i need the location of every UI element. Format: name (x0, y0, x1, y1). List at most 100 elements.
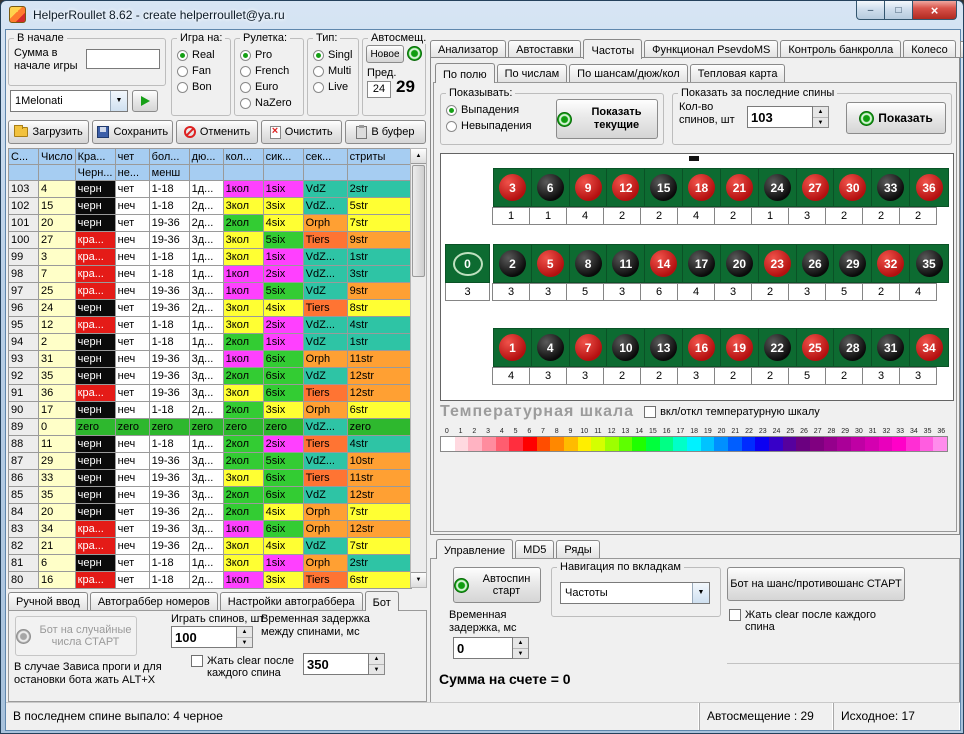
frequency-tab[interactable]: По шансам/дюж/кол (569, 64, 688, 82)
toolbar-button[interactable]: Очистить (261, 120, 342, 144)
start-sum-input[interactable] (86, 49, 160, 69)
toolbar-button[interactable]: Отменить (176, 120, 257, 144)
column-header[interactable]: бол... (149, 149, 189, 165)
table-row[interactable]: 942чернчет1-181д...2кол1sixVdZ1str (9, 334, 412, 351)
show-current-button[interactable]: Показать текущие (556, 99, 658, 139)
number-cell[interactable]: 34 (910, 329, 948, 366)
table-scrollbar[interactable]: ▲ ▼ (410, 148, 427, 588)
mode-radio-option[interactable]: Singl (313, 47, 356, 63)
number-cell[interactable]: 10 (607, 329, 645, 366)
column-subheader[interactable] (303, 165, 347, 181)
mode-radio-option[interactable]: Live (313, 79, 356, 95)
table-row[interactable]: 8221кра...неч19-362д...3кол4sixVdZ7str (9, 538, 412, 555)
column-header[interactable]: сек... (303, 149, 347, 165)
number-cell[interactable]: 22 (759, 329, 797, 366)
title-bar[interactable]: HelperRoullet 8.62 - create helperroulle… (1, 1, 963, 29)
show-button[interactable]: Показать (846, 102, 946, 134)
number-cell[interactable]: 30 (834, 169, 872, 206)
table-row[interactable]: 9512кра...чет1-181д...3кол2sixVdZ...4str (9, 317, 412, 334)
table-row[interactable]: 10120чернчет19-362д...2кол4sixOrph7str (9, 215, 412, 232)
table-row[interactable]: 8633черннеч19-363д...3кол6sixTiers11str (9, 470, 412, 487)
column-subheader[interactable] (39, 165, 76, 181)
toolbar-button[interactable]: В буфер (345, 120, 426, 144)
zero-cell[interactable]: 0 3 (445, 244, 490, 301)
number-cell[interactable]: 1 (494, 329, 532, 366)
column-header[interactable]: сик... (263, 149, 303, 165)
chance-bot-button[interactable]: Бот на шанс/противошанс СТАРТ (727, 567, 905, 601)
spins-count-stepper[interactable] (237, 626, 253, 648)
bot-tab[interactable]: Ручной ввод (8, 592, 88, 610)
random-bot-button[interactable]: Бот на случайные числа СТАРТ (15, 616, 137, 656)
scroll-up-icon[interactable]: ▲ (411, 149, 426, 164)
number-cell[interactable]: 7 (570, 329, 608, 366)
bot-tab[interactable]: Бот (365, 591, 399, 611)
number-cell[interactable]: 23 (759, 245, 797, 282)
bot-tab[interactable]: Автограббер номеров (90, 592, 218, 610)
table-row[interactable]: 816чернчет1-181д...3кол1sixOrph2str (9, 555, 412, 572)
column-header[interactable]: кол... (223, 149, 263, 165)
number-cell[interactable]: 33 (872, 169, 910, 206)
number-cell[interactable]: 32 (872, 245, 910, 282)
number-cell[interactable]: 15 (645, 169, 683, 206)
column-subheader[interactable]: Черн... (75, 165, 115, 181)
table-row[interactable]: 9235черннеч19-363д...2кол6sixVdZ12str (9, 368, 412, 385)
column-subheader[interactable] (189, 165, 223, 181)
control-tab[interactable]: MD5 (515, 540, 554, 558)
analyzer-tab[interactable]: Функционал PsevdoMS (644, 40, 778, 58)
game-radio-option[interactable]: Fan (177, 63, 228, 79)
frequency-tab[interactable]: По числам (497, 64, 568, 82)
number-cell[interactable]: 6 (532, 169, 570, 206)
close-button[interactable]: × (912, 1, 957, 20)
control-clear-checkbox-row[interactable]: Жать clear после каждого спина (729, 609, 879, 633)
table-row[interactable]: 9331черннеч19-363д...1кол6sixOrph11str (9, 351, 412, 368)
analyzer-tab[interactable]: Колесо (903, 40, 956, 58)
control-tab[interactable]: Управление (436, 539, 513, 559)
frequency-tab[interactable]: Тепловая карта (690, 64, 786, 82)
game-radio-option[interactable]: Bon (177, 79, 228, 95)
minimize-button[interactable]: – (856, 1, 885, 20)
table-row[interactable]: 9136кра...чет19-363д...3кол6sixTiers12st… (9, 385, 412, 402)
column-header[interactable]: Число (39, 149, 76, 165)
number-cell[interactable]: 25 (797, 329, 835, 366)
scroll-down-icon[interactable]: ▼ (411, 572, 426, 587)
mode-radio-option[interactable]: Multi (313, 63, 356, 79)
column-header[interactable]: чет (115, 149, 149, 165)
control-delay-input[interactable] (453, 637, 513, 659)
spins-count-input[interactable] (171, 626, 237, 648)
column-subheader[interactable] (347, 165, 411, 181)
play-button[interactable] (132, 90, 158, 112)
table-row[interactable]: 8729черннеч19-363д...2кол5sixVdZ...10str (9, 453, 412, 470)
table-row[interactable]: 10215черннеч1-182д...3кол3sixVdZ...5str (9, 198, 412, 215)
roulette-radio-option[interactable]: Pro (240, 47, 301, 63)
number-cell[interactable]: 18 (683, 169, 721, 206)
number-cell[interactable]: 27 (797, 169, 835, 206)
game-radio-option[interactable]: Real (177, 47, 228, 63)
frequency-tab[interactable]: По полю (435, 63, 495, 83)
number-cell[interactable]: 29 (834, 245, 872, 282)
checkbox-icon[interactable] (191, 655, 203, 667)
column-header[interactable]: С... (9, 149, 39, 165)
number-cell[interactable]: 20 (721, 245, 759, 282)
bot-clear-checkbox-row[interactable]: Жать clear после каждого спина (191, 655, 301, 679)
tab-navigation-combo[interactable]: Частоты (560, 582, 710, 604)
number-cell[interactable]: 13 (645, 329, 683, 366)
column-subheader[interactable] (223, 165, 263, 181)
number-cell[interactable]: 16 (683, 329, 721, 366)
bot-tab[interactable]: Настройки автограббера (220, 592, 363, 610)
table-row[interactable]: 9017черннеч1-182д...2кол3sixOrph6str (9, 402, 412, 419)
spins-qty-input[interactable] (747, 106, 813, 128)
number-cell[interactable]: 9 (570, 169, 608, 206)
number-cell[interactable]: 11 (607, 245, 645, 282)
checkbox-icon[interactable] (644, 406, 656, 418)
number-cell[interactable]: 5 (532, 245, 570, 282)
roulette-radio-option[interactable]: Euro (240, 79, 301, 95)
column-header[interactable]: стриты (347, 149, 411, 165)
table-row[interactable]: 1034чернчет1-181д...1кол1sixVdZ2str (9, 181, 412, 198)
table-row[interactable]: 993кра...неч1-181д...3кол1sixVdZ...1str (9, 249, 412, 266)
number-cell[interactable]: 4 (532, 329, 570, 366)
number-cell[interactable]: 8 (570, 245, 608, 282)
number-cell[interactable]: 31 (872, 329, 910, 366)
maximize-button[interactable]: □ (885, 1, 912, 20)
number-cell[interactable]: 19 (721, 329, 759, 366)
number-cell[interactable]: 3 (494, 169, 532, 206)
